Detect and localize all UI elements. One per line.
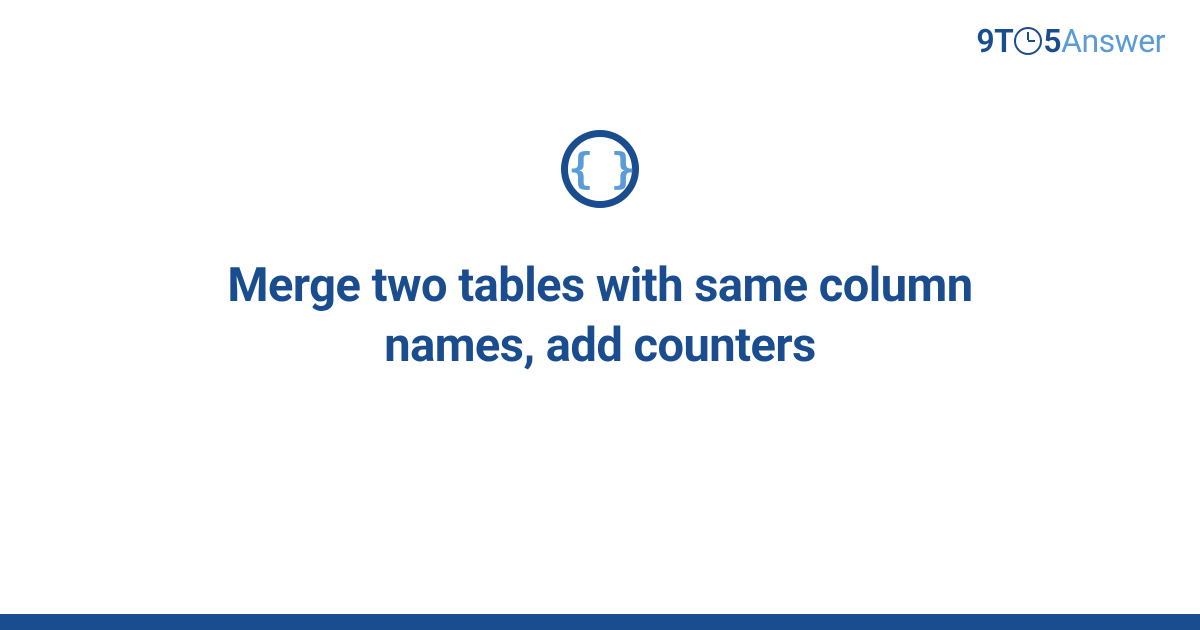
page-title: Merge two tables with same column names,… <box>150 256 1050 376</box>
clock-icon <box>1014 27 1042 55</box>
braces-icon: { } <box>568 148 632 190</box>
logo-word: Answer <box>1061 22 1165 60</box>
logo-suffix: 5 <box>1043 22 1061 60</box>
logo-prefix: 9T <box>976 22 1013 60</box>
footer-bar <box>0 614 1200 630</box>
site-logo: 9T 5Answer <box>976 22 1165 60</box>
main-content: { } Merge two tables with same column na… <box>0 130 1200 376</box>
category-icon-circle: { } <box>561 130 639 208</box>
